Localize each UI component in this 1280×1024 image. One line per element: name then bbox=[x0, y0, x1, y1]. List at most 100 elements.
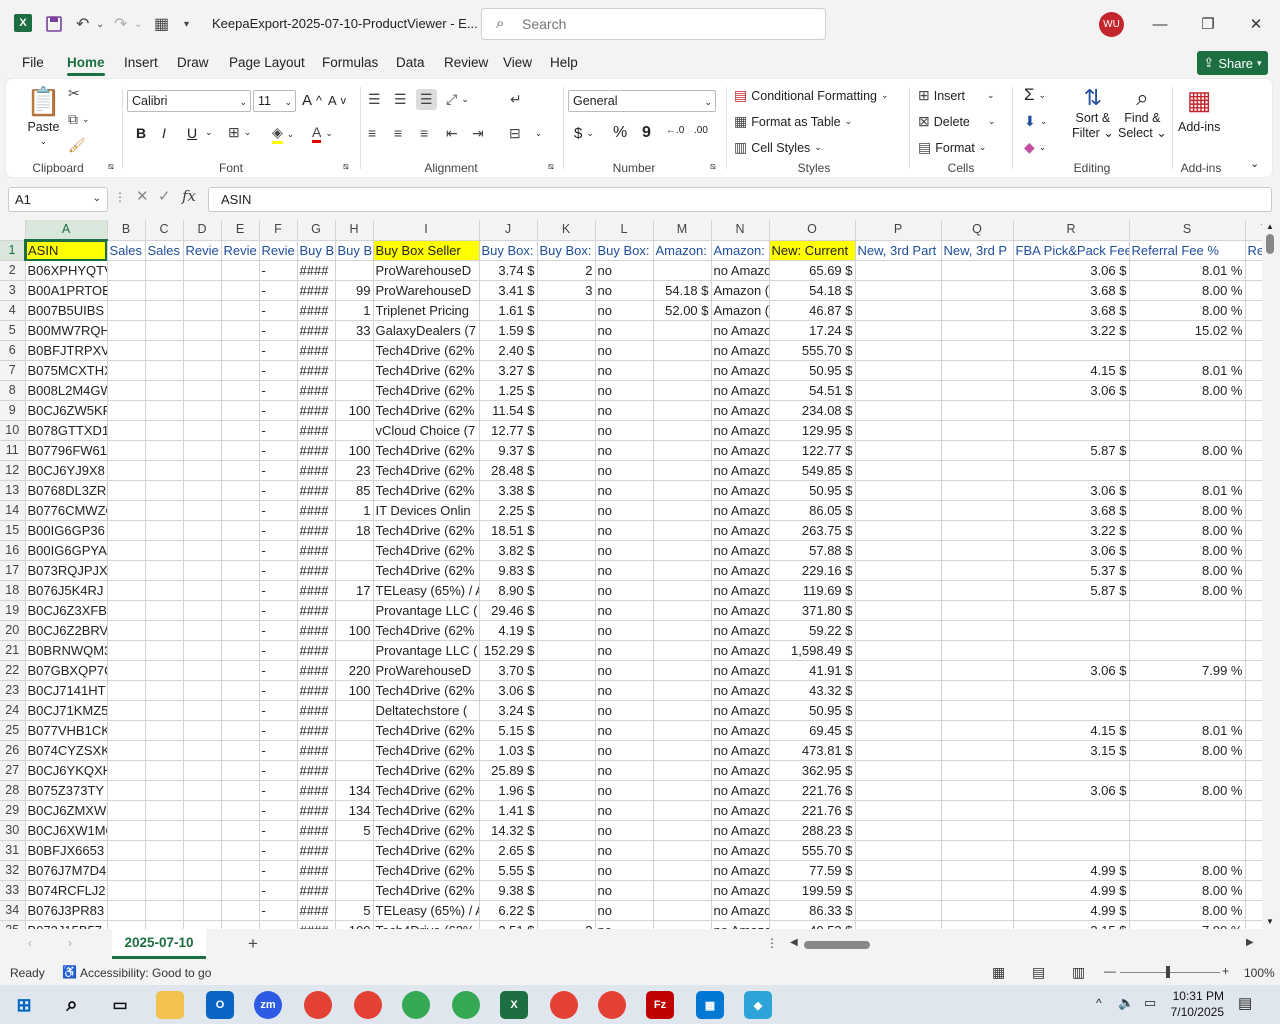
cell[interactable]: 221.76 $ bbox=[769, 800, 856, 821]
cell[interactable] bbox=[941, 860, 1014, 881]
cell[interactable]: no bbox=[595, 520, 654, 541]
scroll-right-icon[interactable]: ▶ bbox=[1246, 937, 1254, 948]
cell[interactable]: B07GBXQP7G bbox=[25, 660, 108, 681]
zoom-level[interactable]: 100% bbox=[1244, 966, 1275, 980]
cell[interactable]: no bbox=[595, 680, 654, 701]
row-header[interactable]: 19 bbox=[0, 600, 26, 621]
cell[interactable]: no Amazo bbox=[711, 360, 770, 381]
tab-page-layout[interactable]: Page Layout bbox=[229, 55, 305, 70]
cell[interactable]: Amazon ( bbox=[711, 280, 770, 301]
cell[interactable]: no bbox=[595, 540, 654, 561]
cell[interactable]: 5.87 $ bbox=[1013, 580, 1130, 601]
cell[interactable] bbox=[145, 720, 184, 741]
cell[interactable] bbox=[221, 620, 260, 641]
cell[interactable]: 152.29 $ bbox=[479, 640, 538, 661]
chrome-icon[interactable] bbox=[354, 991, 382, 1019]
cell[interactable] bbox=[221, 800, 260, 821]
cell[interactable] bbox=[537, 460, 596, 481]
column-header[interactable]: B bbox=[107, 220, 146, 241]
cell[interactable]: #### bbox=[297, 880, 336, 901]
cell[interactable] bbox=[653, 620, 712, 641]
cell[interactable]: Referral Fee % bbox=[1129, 240, 1246, 261]
cell[interactable]: 54.18 $ bbox=[653, 280, 712, 301]
cell[interactable] bbox=[145, 780, 184, 801]
cell[interactable]: 8.00 % bbox=[1129, 900, 1246, 921]
cell[interactable]: TELeasy (65%) / A bbox=[373, 900, 480, 921]
cell[interactable]: no bbox=[595, 860, 654, 881]
cell[interactable] bbox=[1245, 280, 1262, 301]
decrease-indent-icon[interactable]: ⇤ bbox=[446, 125, 458, 142]
row-header[interactable]: 17 bbox=[0, 560, 26, 581]
cell[interactable] bbox=[221, 480, 260, 501]
cell[interactable]: no Amazo bbox=[711, 680, 770, 701]
cell[interactable] bbox=[941, 660, 1014, 681]
cell[interactable]: 8.00 % bbox=[1129, 560, 1246, 581]
cell[interactable]: 8.00 % bbox=[1129, 280, 1246, 301]
cell[interactable]: 8.00 % bbox=[1129, 740, 1246, 761]
cell[interactable]: B0776CMWZQ bbox=[25, 500, 108, 521]
cell[interactable]: 263.75 $ bbox=[769, 520, 856, 541]
cell[interactable] bbox=[653, 640, 712, 661]
cell[interactable]: - bbox=[259, 620, 298, 641]
cell[interactable]: 54.18 $ bbox=[769, 280, 856, 301]
cell[interactable] bbox=[855, 420, 942, 441]
cell[interactable]: 4.15 $ bbox=[1013, 720, 1130, 741]
user-avatar[interactable]: WU bbox=[1099, 12, 1124, 37]
tab-view[interactable]: View bbox=[503, 55, 532, 70]
zoom-out-icon[interactable]: — bbox=[1104, 964, 1116, 978]
cell[interactable] bbox=[1013, 700, 1130, 721]
column-header[interactable]: P bbox=[855, 220, 942, 241]
cell[interactable]: Tech4Drive (62% bbox=[373, 720, 480, 741]
cell[interactable] bbox=[221, 820, 260, 841]
format-cells-button[interactable]: ▤ Format ⌄ bbox=[918, 139, 986, 156]
cell[interactable] bbox=[221, 760, 260, 781]
cell[interactable] bbox=[1245, 360, 1262, 381]
cell[interactable] bbox=[183, 640, 222, 661]
cell[interactable]: B0CJ6XW1MQ bbox=[25, 820, 108, 841]
row-header[interactable]: 35 bbox=[0, 920, 26, 929]
cell[interactable]: B073J15B57 bbox=[25, 920, 108, 929]
cell[interactable] bbox=[1245, 660, 1262, 681]
cell[interactable] bbox=[107, 440, 146, 461]
cell[interactable] bbox=[145, 440, 184, 461]
cell[interactable] bbox=[107, 800, 146, 821]
cell[interactable]: - bbox=[259, 480, 298, 501]
cell[interactable] bbox=[537, 640, 596, 661]
cell[interactable]: 11.54 $ bbox=[479, 400, 538, 421]
cell[interactable]: 3.24 $ bbox=[479, 700, 538, 721]
row-header[interactable]: 25 bbox=[0, 720, 26, 741]
cell[interactable] bbox=[1129, 700, 1246, 721]
cell[interactable] bbox=[855, 400, 942, 421]
cell[interactable] bbox=[107, 560, 146, 581]
row-header[interactable]: 28 bbox=[0, 780, 26, 801]
cell[interactable]: #### bbox=[297, 460, 336, 481]
cell[interactable] bbox=[941, 820, 1014, 841]
increase-indent-icon[interactable]: ⇥ bbox=[472, 125, 484, 142]
cell[interactable]: - bbox=[259, 540, 298, 561]
cell[interactable]: 12.77 $ bbox=[479, 420, 538, 441]
app-icon[interactable]: ◆ bbox=[744, 991, 772, 1019]
cell[interactable]: Buy B bbox=[297, 240, 336, 261]
cell[interactable] bbox=[941, 800, 1014, 821]
row-header[interactable]: 10 bbox=[0, 420, 26, 441]
cell[interactable] bbox=[1129, 680, 1246, 701]
chrome-icon[interactable] bbox=[598, 991, 626, 1019]
cell[interactable]: 3.06 $ bbox=[1013, 660, 1130, 681]
cell[interactable]: 3.06 $ bbox=[1013, 780, 1130, 801]
cell[interactable] bbox=[1129, 600, 1246, 621]
cell[interactable]: no Amazo bbox=[711, 860, 770, 881]
cell[interactable]: GalaxyDealers (7 bbox=[373, 320, 480, 341]
cell[interactable] bbox=[183, 900, 222, 921]
chrome-icon[interactable] bbox=[304, 991, 332, 1019]
cell[interactable] bbox=[183, 700, 222, 721]
accessibility-status[interactable]: Accessibility: Good to go bbox=[80, 966, 211, 980]
cell[interactable]: B0BRNWQM3W bbox=[25, 640, 108, 661]
cell[interactable]: #### bbox=[297, 480, 336, 501]
cell[interactable]: 77.59 $ bbox=[769, 860, 856, 881]
cell[interactable] bbox=[653, 360, 712, 381]
page-layout-view-icon[interactable]: ▤ bbox=[1032, 964, 1045, 981]
cell[interactable]: no bbox=[595, 660, 654, 681]
cell[interactable] bbox=[1245, 260, 1262, 281]
cell[interactable]: 6.22 $ bbox=[479, 900, 538, 921]
task-view-icon[interactable]: ▭ bbox=[106, 991, 134, 1019]
